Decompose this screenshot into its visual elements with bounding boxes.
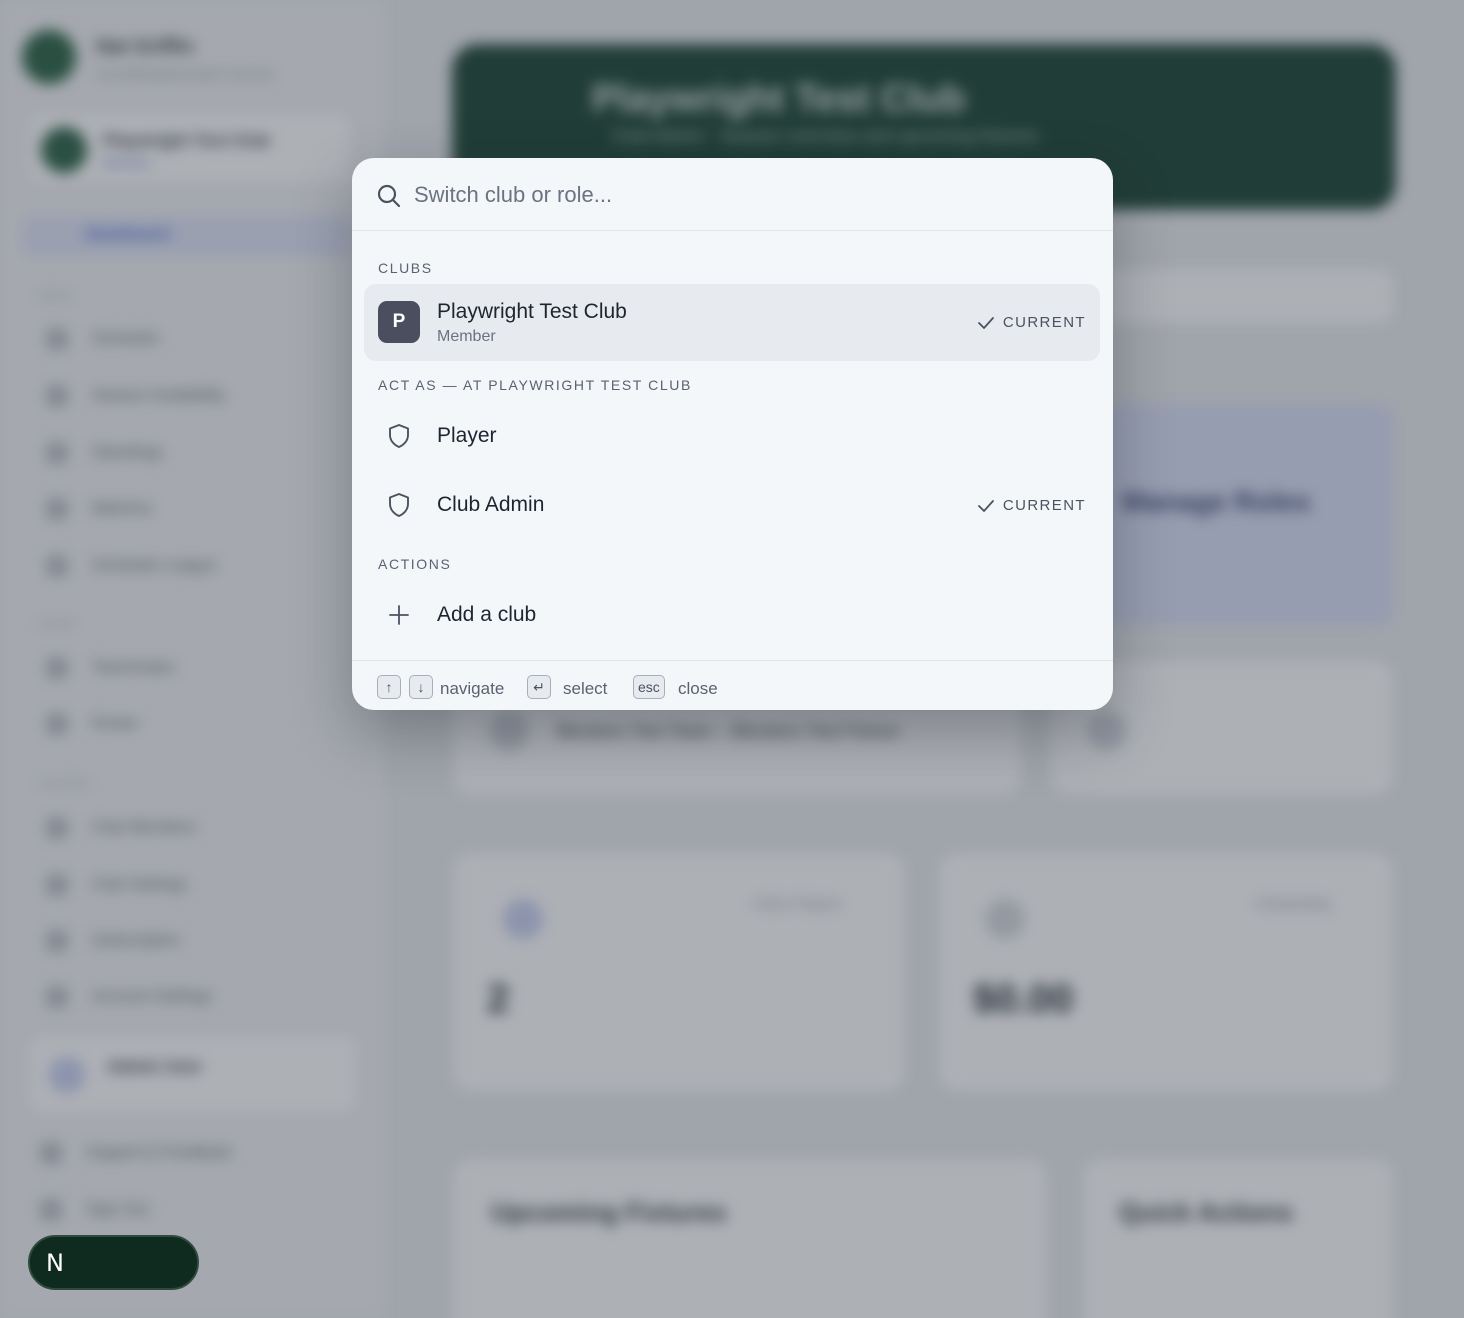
next-logo-icon: N xyxy=(46,1249,64,1277)
club-initial-badge: P xyxy=(378,301,420,343)
arrow-up-key: ↑ xyxy=(377,675,401,699)
group-label-actions: ACTIONS xyxy=(378,556,452,572)
shield-icon xyxy=(389,493,409,517)
role-option-player[interactable]: Player xyxy=(364,402,1100,470)
club-option-name: Playwright Test Club xyxy=(437,300,627,323)
next-dev-indicator[interactable]: N xyxy=(28,1235,199,1290)
check-icon xyxy=(977,317,994,329)
action-name: Add a club xyxy=(437,603,537,626)
current-badge: CURRENT xyxy=(977,314,1086,331)
group-label-act-as: ACT AS — AT PLAYWRIGHT TEST CLUB xyxy=(378,377,692,393)
group-label-clubs: CLUBS xyxy=(378,260,433,276)
enter-key: ↵ xyxy=(527,675,551,699)
current-badge: CURRENT xyxy=(977,497,1086,514)
palette-footer: ↑ ↓ navigate ↵ select esc close xyxy=(352,660,1113,710)
hint-navigate: navigate xyxy=(440,679,505,698)
shield-icon xyxy=(389,424,409,448)
check-icon xyxy=(977,500,994,512)
club-option-role: Member xyxy=(437,328,496,345)
switch-club-palette: CLUBS P Playwright Test Club Member CURR… xyxy=(352,158,1113,710)
search-icon xyxy=(377,184,401,208)
palette-search-input[interactable] xyxy=(414,174,1074,216)
esc-key: esc xyxy=(633,675,665,699)
action-add-club[interactable]: Add a club xyxy=(364,581,1100,649)
arrow-down-key: ↓ xyxy=(409,675,433,699)
hint-close: close xyxy=(678,679,718,698)
hint-select: select xyxy=(563,679,608,698)
palette-search-bar xyxy=(352,158,1113,231)
role-option-name: Club Admin xyxy=(437,493,545,516)
club-option-playwright-test-club[interactable]: P Playwright Test Club Member CURRENT xyxy=(364,284,1100,361)
role-option-name: Player xyxy=(437,424,497,447)
plus-icon xyxy=(389,605,409,625)
role-option-club-admin[interactable]: Club Admin CURRENT xyxy=(364,471,1100,539)
